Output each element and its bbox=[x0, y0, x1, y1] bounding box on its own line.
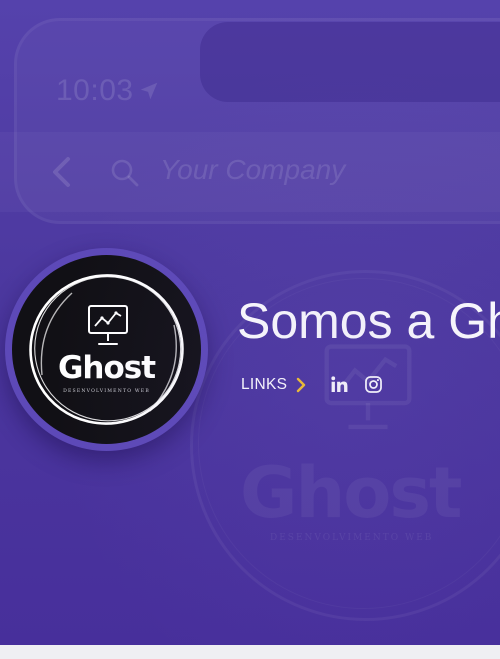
logo-tagline: DESENVOLVIMENTO WEB bbox=[63, 389, 150, 394]
logo-word: Ghost bbox=[57, 350, 156, 386]
watermark-logo-tagline: DESENVOLVIMENTO WEB bbox=[270, 533, 434, 543]
chevron-right-icon bbox=[297, 377, 306, 393]
monitor-chart-icon bbox=[88, 305, 128, 345]
watermark-logo-word: Ghost bbox=[240, 452, 463, 534]
background-status-time: 10:03 bbox=[56, 74, 134, 107]
links-label: LINKS bbox=[241, 376, 288, 393]
linkedin-icon[interactable] bbox=[330, 375, 349, 394]
background-search-placeholder: Your Company bbox=[160, 154, 346, 185]
bottom-strip bbox=[0, 645, 500, 659]
location-arrow-icon bbox=[140, 82, 158, 100]
ghost-logo: Ghost DESENVOLVIMENTO WEB bbox=[12, 255, 201, 444]
background-phone-notch bbox=[200, 22, 500, 102]
links-button[interactable]: LINKS bbox=[241, 374, 306, 396]
profile-title: Somos a Ghost bbox=[237, 293, 500, 349]
instagram-icon[interactable] bbox=[364, 375, 383, 394]
chevron-left-icon bbox=[53, 157, 70, 187]
profile-avatar: Ghost DESENVOLVIMENTO WEB bbox=[5, 248, 208, 451]
profile-hero: 10:03 Your Company Ghost DESENVOLVIMENTO… bbox=[0, 0, 500, 645]
search-icon bbox=[111, 159, 139, 187]
